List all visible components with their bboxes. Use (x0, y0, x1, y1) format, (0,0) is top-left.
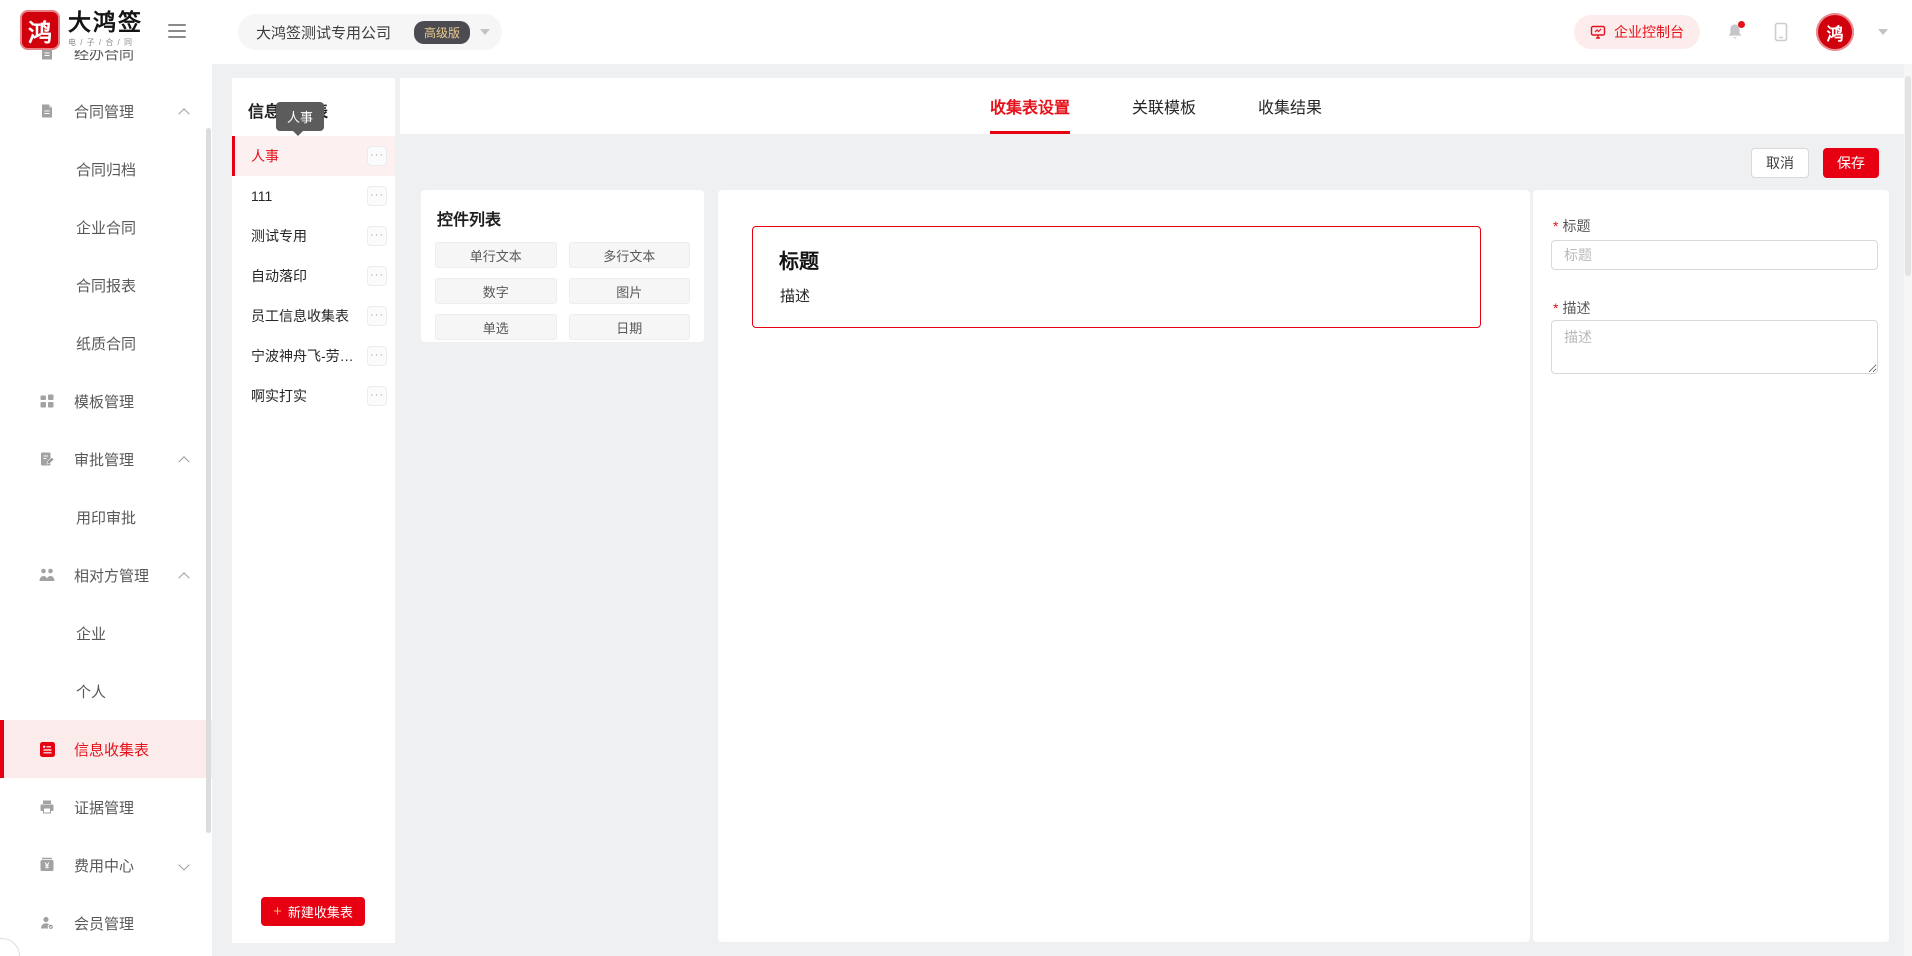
sidebar-collapse-button[interactable] (168, 24, 186, 42)
chevron-up-icon (178, 572, 189, 583)
ellipsis-icon[interactable]: ··· (367, 386, 387, 406)
plan-badge: 高级版 (414, 21, 470, 44)
sidebar-scrollbar[interactable] (206, 128, 211, 833)
brand-slogan: 电 / 子 / 合 / 同 (68, 37, 143, 48)
sidebar-item-template-management[interactable]: 模板管理 (0, 372, 212, 430)
ellipsis-icon[interactable]: ··· (367, 226, 387, 246)
company-switcher[interactable]: 大鸿签测试专用公司 高级版 (238, 14, 502, 50)
mobile-app-button[interactable] (1770, 21, 1792, 43)
sidebar-item-operated-contracts[interactable]: 经办合同 (0, 50, 212, 82)
tab-collection-results[interactable]: 收集结果 (1258, 78, 1322, 134)
form-icon (38, 740, 56, 758)
collection-list-panel: 信息收集表 人事 人事 ··· 111 ··· 测试专用 ··· 自动落印 ··… (232, 78, 395, 943)
sidebar-item-member-management[interactable]: 会员管理 (0, 894, 212, 952)
ellipsis-icon[interactable]: ··· (367, 146, 387, 166)
form-header-block-selected[interactable]: 标题 描述 (752, 226, 1481, 328)
tooltip: 人事 (276, 102, 324, 131)
sidebar-item-paper-contracts[interactable]: 纸质合同 (0, 314, 212, 372)
settings-form-panel: *标题 *描述 (1533, 190, 1889, 942)
notification-bell-button[interactable] (1724, 21, 1746, 43)
file-icon (38, 50, 56, 62)
sidebar-item-individual[interactable]: 个人 (0, 662, 212, 720)
sidebar-item-approval-management[interactable]: 审批管理 (0, 430, 212, 488)
new-collection-button[interactable]: + 新建收集表 (261, 897, 365, 926)
page-scrollbar[interactable] (1904, 64, 1912, 956)
preview-title: 标题 (779, 245, 819, 274)
company-name: 大鸿签测试专用公司 (256, 22, 404, 43)
tab-form-settings[interactable]: 收集表设置 (990, 78, 1070, 134)
logo-seal-icon: 鸿 (20, 10, 60, 50)
sidebar-item-contract-archive[interactable]: 合同归档 (0, 140, 212, 198)
collection-item-ningbo[interactable]: 宁波神舟飞-劳动… ··· (232, 336, 395, 376)
collection-item-employee-info[interactable]: 员工信息收集表 ··· (232, 296, 395, 336)
sidebar: 鸿 大鸿签 电 / 子 / 合 / 同 经办合同 合同管理 合同归档 企业合同 … (0, 0, 212, 956)
file-icon (38, 102, 56, 120)
sidebar-item-seal-approval[interactable]: 用印审批 (0, 488, 212, 546)
sidebar-item-enterprise-contracts[interactable]: 企业合同 (0, 198, 212, 256)
sidebar-item-evidence-management[interactable]: 证据管理 (0, 778, 212, 836)
cancel-button[interactable]: 取消 (1751, 148, 1809, 178)
controls-panel-title: 控件列表 (421, 190, 704, 242)
brand-name: 大鸿签 (68, 10, 143, 35)
sidebar-menu: 经办合同 合同管理 合同归档 企业合同 合同报表 纸质合同 模板管理 审批管理 … (0, 50, 212, 956)
audit-icon (38, 450, 56, 468)
plus-icon: + (273, 903, 282, 920)
collection-item-111[interactable]: 111 ··· (232, 176, 395, 216)
page-scrollbar-thumb[interactable] (1905, 76, 1911, 276)
control-single-choice[interactable]: 单选 (435, 314, 557, 340)
collection-item-ashidashi[interactable]: 啊实打实 ··· (232, 376, 395, 416)
enterprise-console-button[interactable]: 企业控制台 (1574, 15, 1700, 49)
sidebar-item-contract-reports[interactable]: 合同报表 (0, 256, 212, 314)
people-icon (38, 566, 56, 584)
chevron-down-icon (178, 859, 189, 870)
ellipsis-icon[interactable]: ··· (367, 186, 387, 206)
account-chevron-down-icon[interactable] (1878, 29, 1888, 35)
control-single-line-text[interactable]: 单行文本 (435, 242, 557, 268)
collection-item-test[interactable]: 测试专用 ··· (232, 216, 395, 256)
title-input[interactable] (1551, 240, 1878, 270)
top-bar: 大鸿签测试专用公司 高级版 企业控制台 鸿 (212, 0, 1912, 64)
avatar[interactable]: 鸿 (1816, 13, 1854, 51)
control-date[interactable]: 日期 (569, 314, 691, 340)
collection-item-renshi[interactable]: 人事 ··· (232, 136, 395, 176)
controls-panel: 控件列表 单行文本 多行文本 数字 图片 单选 日期 (421, 190, 704, 342)
sidebar-item-enterprise[interactable]: 企业 (0, 604, 212, 662)
sidebar-item-contract-management[interactable]: 合同管理 (0, 82, 212, 140)
description-field-label: *描述 (1553, 298, 1590, 318)
action-buttons: 取消 保存 (1751, 148, 1879, 178)
sidebar-item-expense-center[interactable]: ¥ 费用中心 (0, 836, 212, 894)
member-icon (38, 914, 56, 932)
ellipsis-icon[interactable]: ··· (367, 266, 387, 286)
ellipsis-icon[interactable]: ··· (367, 306, 387, 326)
control-image[interactable]: 图片 (569, 278, 691, 304)
sidebar-item-info-collection-forms[interactable]: 信息收集表 (0, 720, 212, 778)
control-multi-line-text[interactable]: 多行文本 (569, 242, 691, 268)
form-preview-panel: 标题 描述 (718, 190, 1530, 942)
title-field-label: *标题 (1553, 216, 1590, 236)
control-number[interactable]: 数字 (435, 278, 557, 304)
chevron-up-icon (178, 108, 189, 119)
sidebar-item-counterparty-management[interactable]: 相对方管理 (0, 546, 212, 604)
notification-dot (1738, 21, 1745, 28)
collection-item-autoseal[interactable]: 自动落印 ··· (232, 256, 395, 296)
tab-linked-templates[interactable]: 关联模板 (1132, 78, 1196, 134)
tab-bar: 收集表设置 关联模板 收集结果 (400, 78, 1912, 134)
ellipsis-icon[interactable]: ··· (367, 346, 387, 366)
chevron-down-icon (480, 29, 490, 35)
monitor-icon (1590, 24, 1606, 40)
chevron-up-icon (178, 456, 189, 467)
printer-icon (38, 798, 56, 816)
svg-text:¥: ¥ (45, 861, 50, 871)
app-logo: 鸿 大鸿签 电 / 子 / 合 / 同 (20, 10, 143, 50)
grid-icon (38, 392, 56, 410)
save-button[interactable]: 保存 (1823, 148, 1879, 178)
description-textarea[interactable] (1551, 320, 1878, 374)
money-icon: ¥ (38, 856, 56, 874)
preview-description: 描述 (780, 285, 810, 306)
